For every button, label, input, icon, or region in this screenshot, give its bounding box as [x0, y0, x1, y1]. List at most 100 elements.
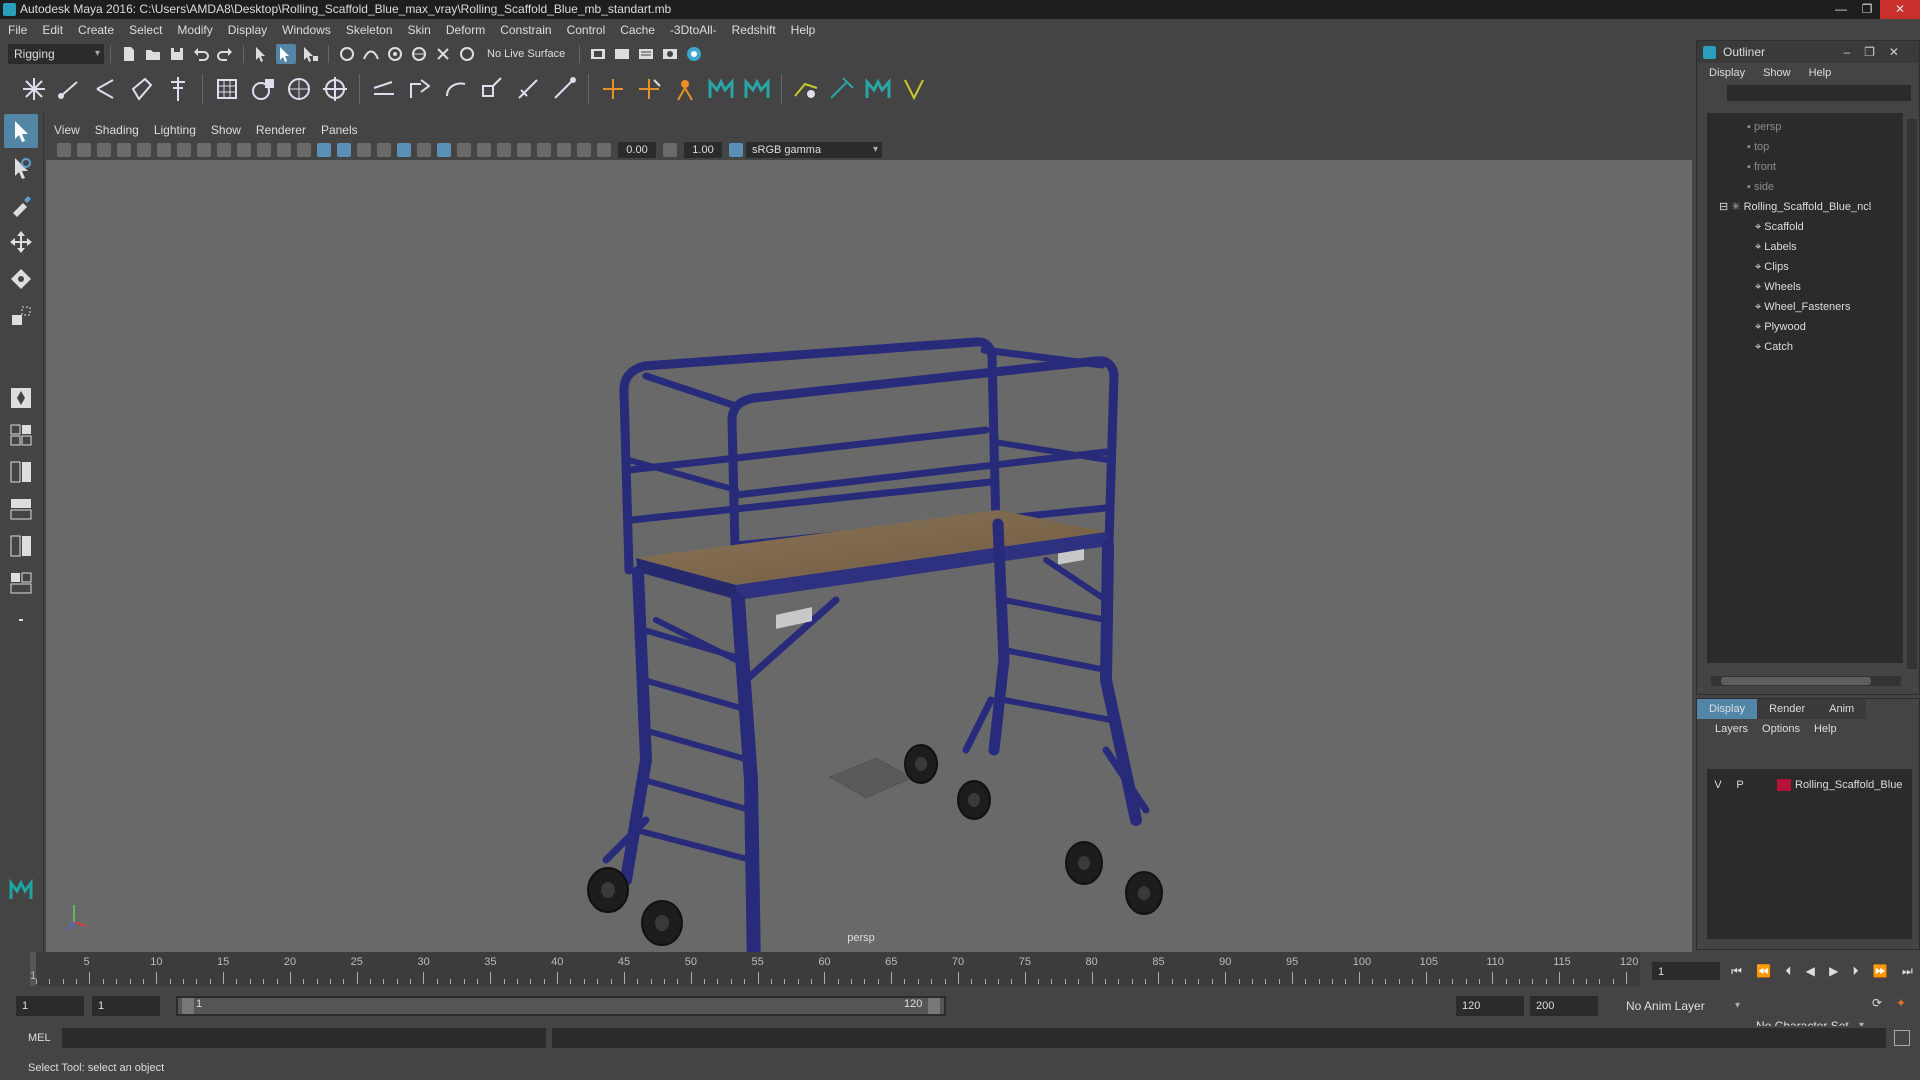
- wireframe-icon[interactable]: [317, 143, 331, 157]
- step-back-key-icon[interactable]: ⏪: [1756, 964, 1771, 978]
- render-frame-icon[interactable]: [588, 44, 608, 64]
- tab-render[interactable]: Render: [1757, 699, 1818, 719]
- step-forward-frame-icon[interactable]: ⏵: [1853, 964, 1859, 979]
- anim-layer-dropdown[interactable]: No Anim Layer: [1620, 996, 1744, 1016]
- panel-menu-show[interactable]: Show: [211, 123, 241, 137]
- ipr-render-icon[interactable]: [612, 44, 632, 64]
- panel-menu-lighting[interactable]: Lighting: [154, 123, 196, 137]
- lattice-icon[interactable]: [212, 74, 242, 104]
- xray-joints-icon[interactable]: [477, 143, 491, 157]
- anti-aliasing-icon[interactable]: [557, 143, 571, 157]
- gamma-icon[interactable]: [663, 143, 677, 157]
- new-scene-icon[interactable]: [119, 44, 139, 64]
- lasso-tool-icon[interactable]: [4, 151, 38, 185]
- locator-icon[interactable]: [598, 74, 628, 104]
- step-back-frame-icon[interactable]: ⏴: [1785, 964, 1791, 979]
- outliner-vertical-scrollbar[interactable]: [1907, 119, 1917, 669]
- play-forwards-icon[interactable]: ▶: [1829, 964, 1838, 978]
- select-object-icon[interactable]: [276, 44, 296, 64]
- ik-handle-icon[interactable]: [55, 74, 85, 104]
- menuset-dropdown[interactable]: Rigging: [8, 44, 104, 64]
- outliner-menu-show[interactable]: Show: [1763, 67, 1791, 79]
- colorspace-dropdown[interactable]: sRGB gamma: [746, 142, 882, 158]
- camera-attributes-icon[interactable]: [137, 143, 151, 157]
- undo-icon[interactable]: [191, 44, 211, 64]
- range-slider[interactable]: 1 120: [176, 996, 946, 1016]
- maya-logo-2-icon[interactable]: [742, 74, 772, 104]
- render-view-icon[interactable]: [684, 44, 704, 64]
- outliner-menu-help[interactable]: Help: [1809, 67, 1832, 79]
- soft-mod-icon[interactable]: [320, 74, 350, 104]
- aim-constraint-icon[interactable]: [513, 74, 543, 104]
- menu-skeleton[interactable]: Skeleton: [346, 23, 393, 37]
- show-manipulator-icon[interactable]: [4, 381, 38, 415]
- save-scene-icon[interactable]: [167, 44, 187, 64]
- grease-pencil-icon[interactable]: [157, 143, 171, 157]
- scale-tool-icon[interactable]: [4, 299, 38, 333]
- camera-lock-icon[interactable]: [77, 143, 91, 157]
- playback-end-field[interactable]: 120: [1456, 996, 1524, 1016]
- wireframe-on-shaded-icon[interactable]: [357, 143, 371, 157]
- exposure-field[interactable]: 0.00: [618, 142, 656, 158]
- point-constraint-icon[interactable]: [405, 74, 435, 104]
- layer-color-swatch[interactable]: [1777, 779, 1791, 791]
- menu-control[interactable]: Control: [567, 23, 606, 37]
- maya-logo-icon[interactable]: [706, 74, 736, 104]
- layer-playback-toggle[interactable]: P: [1729, 779, 1751, 791]
- resolution-gate-icon[interactable]: [217, 143, 231, 157]
- depth-of-field-icon[interactable]: [577, 143, 591, 157]
- menu-cache[interactable]: Cache: [620, 23, 655, 37]
- cluster-icon[interactable]: [248, 74, 278, 104]
- menu-skin[interactable]: Skin: [408, 23, 431, 37]
- select-tool-icon[interactable]: [4, 114, 38, 148]
- color-management-icon[interactable]: [729, 143, 743, 157]
- menu-3dtoall[interactable]: -3DtoAll-: [670, 23, 717, 37]
- tab-anim[interactable]: Anim: [1817, 699, 1867, 719]
- rotate-tool-icon[interactable]: [4, 262, 38, 296]
- gate-mask-icon[interactable]: [237, 143, 251, 157]
- paint-weights-icon[interactable]: [163, 74, 193, 104]
- auto-key-icon[interactable]: ⟳: [1872, 996, 1882, 1010]
- use-all-lights-icon[interactable]: [397, 143, 411, 157]
- isolate-select-icon[interactable]: [437, 143, 451, 157]
- current-frame-field[interactable]: 1: [1652, 962, 1720, 980]
- select-component-icon[interactable]: [300, 44, 320, 64]
- gamma-field[interactable]: 1.00: [684, 142, 722, 158]
- tool-options-dash-icon[interactable]: [4, 603, 38, 637]
- outliner-horizontal-scrollbar[interactable]: [1711, 676, 1901, 686]
- outliner-window-buttons[interactable]: –❐✕: [1844, 41, 1914, 63]
- joint-orient-icon[interactable]: [634, 74, 664, 104]
- panel-menu-shading[interactable]: Shading: [95, 123, 139, 137]
- redo-icon[interactable]: [215, 44, 235, 64]
- time-ruler[interactable]: 1 5 10 15 20 25 30 35 40 45 50 55 60 65 70 75 80 85 90 95 1…: [30, 952, 1640, 986]
- playback-start-field[interactable]: 1: [92, 996, 160, 1016]
- safe-title-icon[interactable]: [297, 143, 311, 157]
- character-icon[interactable]: [863, 74, 893, 104]
- play-backwards-icon[interactable]: ◀: [1806, 964, 1815, 978]
- range-end-handle[interactable]: [928, 998, 940, 1014]
- outliner-item-plywood[interactable]: ⌖ Plywood: [1755, 317, 1806, 337]
- shadows-icon[interactable]: [417, 143, 431, 157]
- field-chart-icon[interactable]: [257, 143, 271, 157]
- hypershade-icon[interactable]: [660, 44, 680, 64]
- range-start-handle[interactable]: [182, 998, 194, 1014]
- collapse-icon[interactable]: ⊟: [1719, 201, 1728, 213]
- menu-modify[interactable]: Modify: [177, 23, 212, 37]
- xray-components-icon[interactable]: [497, 143, 511, 157]
- mirror-icon[interactable]: [899, 74, 929, 104]
- snap-curve-icon[interactable]: [361, 44, 381, 64]
- layers-menu-help[interactable]: Help: [1814, 723, 1837, 735]
- paint-select-tool-icon[interactable]: [4, 188, 38, 222]
- image-plane-icon[interactable]: [117, 143, 131, 157]
- select-hierarchy-icon[interactable]: [252, 44, 272, 64]
- layout-outliner-icon[interactable]: [4, 492, 38, 526]
- menu-redshift[interactable]: Redshift: [732, 23, 776, 37]
- outliner-item-labels[interactable]: ⌖ Labels: [1755, 237, 1797, 257]
- make-live-icon[interactable]: [457, 44, 477, 64]
- layers-menu-layers[interactable]: Layers: [1715, 723, 1748, 735]
- menu-create[interactable]: Create: [78, 23, 114, 37]
- animation-start-field[interactable]: 1: [16, 996, 84, 1016]
- xray-icon[interactable]: [457, 143, 471, 157]
- scale-constraint-icon[interactable]: [477, 74, 507, 104]
- menu-windows[interactable]: Windows: [282, 23, 331, 37]
